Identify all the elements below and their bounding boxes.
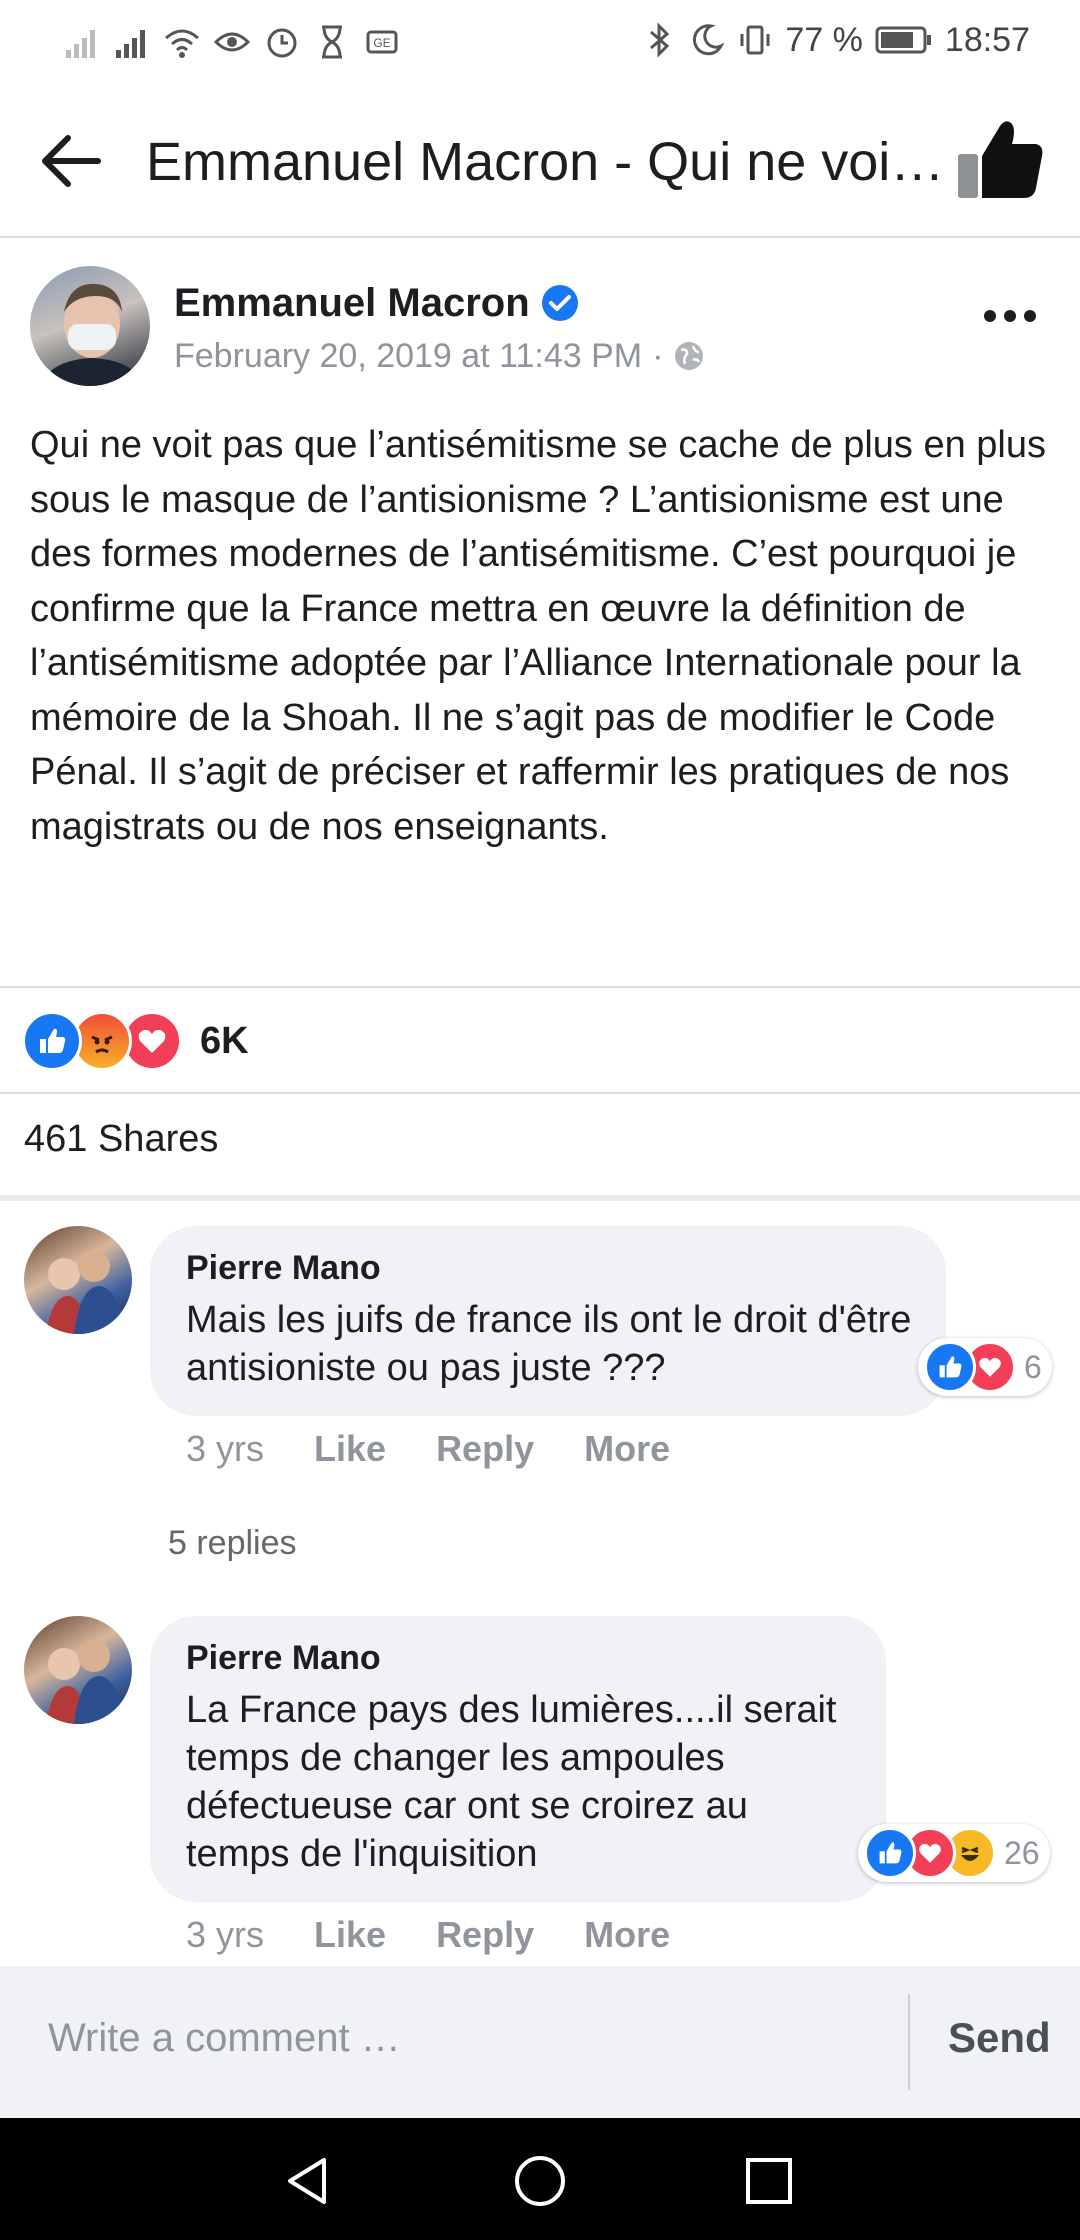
globe-icon [675,342,704,370]
like-reaction-icon [924,1341,976,1393]
page-title: Emmanuel Macron - Qui ne voi… [146,132,945,192]
reply-button[interactable]: Reply [436,1428,534,1470]
verified-badge-icon [541,285,578,321]
back-arrow-icon[interactable] [36,126,106,196]
like-button[interactable]: Like [314,1914,386,1956]
view-replies-link[interactable]: 5 replies [168,1524,297,1563]
like-reaction-icon [864,1827,916,1879]
comment-text: Mais les juifs de france ils ont le droi… [186,1299,912,1389]
commenter-photo [46,1640,124,1724]
divider [0,1092,1080,1094]
author-portrait [40,283,144,386]
commenter-name[interactable]: Pierre Mano [186,1246,381,1290]
like-button[interactable]: Like [314,1428,386,1470]
section-divider [0,1195,1080,1201]
shares-count[interactable]: 461 Shares [24,1118,218,1161]
signal-icon [66,30,95,58]
comment-composer: Write a comment … Send [0,1966,1080,2118]
thumbs-up-icon[interactable] [956,118,1044,202]
comment-bubble[interactable]: Pierre Mano Mais les juifs de france ils… [150,1226,946,1416]
author-name[interactable]: Emmanuel Macron [174,278,530,328]
comment-time: 3 yrs [186,1914,265,1955]
wifi-icon [165,29,199,58]
comment-input[interactable]: Write a comment … [48,2016,401,2061]
author-avatar[interactable] [30,266,150,386]
status-icons-right: 77 % 18:57 [641,18,1030,62]
comment-reactions[interactable]: 6 [918,1338,1052,1396]
hourglass-icon [322,25,342,59]
like-reaction-icon [22,1011,82,1071]
bluetooth-icon [650,22,670,58]
alarm-icon [267,28,297,58]
date-separator: · [652,337,664,375]
svg-text:GE: GE [373,36,390,50]
back-nav-icon[interactable] [280,2154,334,2208]
battery-percent: 77 % [785,20,863,59]
system-nav-bar [0,2118,1080,2240]
send-button[interactable]: Send [948,2014,1051,2062]
comment-reaction-count: 6 [1024,1348,1042,1385]
more-button[interactable]: More [584,1428,670,1470]
comment-text: La France pays des lumières....il serait… [186,1689,837,1875]
signal-icon [116,30,145,58]
battery-icon [875,26,931,54]
home-nav-icon[interactable] [513,2154,567,2208]
eye-icon [214,32,250,52]
comment-actions: 3 yrs Like Reply More [186,1914,670,1956]
recents-nav-icon[interactable] [742,2154,796,2208]
vibrate-icon [740,25,770,55]
divider [0,986,1080,988]
comment-reaction-count: 26 [1004,1834,1040,1871]
commenter-photo [46,1250,124,1334]
comment-bubble[interactable]: Pierre Mano La France pays des lumières.… [150,1616,886,1902]
app-bar: Emmanuel Macron - Qui ne voi… [0,82,1080,238]
post-body: Qui ne voit pas que l’antisémitisme se c… [30,424,1046,848]
status-bar: GE 77 % 18:57 [0,0,1080,82]
post-author[interactable]: Emmanuel Macron [174,278,580,328]
reactions-count[interactable]: 6K [200,1020,249,1063]
comment-time: 3 yrs [186,1428,265,1469]
comment-reactions[interactable]: 26 [858,1824,1050,1882]
post-meta: February 20, 2019 at 11:43 PM · [174,334,705,378]
reaction-summary[interactable]: 6K [22,1010,249,1072]
commenter-avatar[interactable] [24,1616,132,1724]
reply-button[interactable]: Reply [436,1914,534,1956]
status-time: 18:57 [944,20,1030,59]
status-icons-left: GE [64,20,400,64]
commenter-avatar[interactable] [24,1226,132,1334]
moon-icon [693,24,725,56]
more-options-icon[interactable] [980,296,1040,336]
post-date[interactable]: February 20, 2019 at 11:43 PM [174,334,642,378]
sim-icon: GE [366,30,398,54]
commenter-name[interactable]: Pierre Mano [186,1636,381,1680]
comment-actions: 3 yrs Like Reply More [186,1428,670,1470]
post-text: Qui ne voit pas que l’antisémitisme se c… [30,418,1050,854]
divider [908,1994,910,2090]
more-button[interactable]: More [584,1914,670,1956]
